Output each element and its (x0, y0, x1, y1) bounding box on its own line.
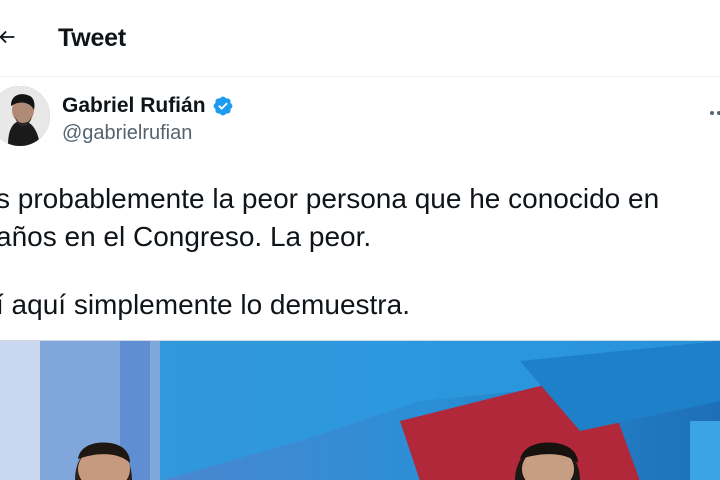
tweet-line: años en el Congreso. La peor. (0, 221, 372, 252)
author-name[interactable]: Gabriel Rufián (62, 94, 234, 118)
author-handle[interactable]: @gabrielrufian (62, 122, 192, 145)
page-title: Tweet (58, 24, 126, 52)
arrow-left-icon (0, 26, 18, 53)
more-options-icon (708, 104, 720, 121)
tweet-line: í aquí simplemente lo demuestra. (0, 289, 410, 320)
tweet-text: s probablemente la peor persona que he c… (0, 180, 659, 324)
video-frame (0, 341, 720, 480)
tweet-page: Tweet Gabriel Rufián @gabrielrufian s pr… (0, 0, 720, 480)
top-bar: Tweet (0, 0, 720, 77)
verified-badge-icon (212, 95, 234, 117)
more-options-button[interactable] (708, 104, 720, 115)
author-name-text: Gabriel Rufián (62, 94, 206, 117)
tweet-media-video[interactable] (0, 340, 720, 480)
tweet-line: s probablemente la peor persona que he c… (0, 183, 660, 214)
back-button[interactable] (0, 22, 24, 56)
avatar[interactable] (0, 86, 50, 146)
